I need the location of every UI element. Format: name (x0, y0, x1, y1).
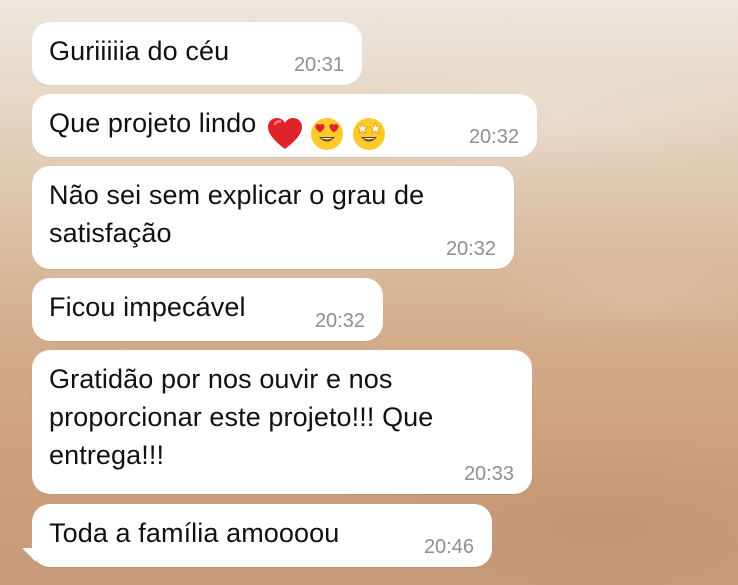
message-timestamp: 20:32 (314, 310, 365, 332)
message-bubble[interactable]: Gratidão por nos ouvir e nos proporciona… (32, 350, 532, 494)
message-bubble[interactable]: Guriiiiia do céu 20:31 (32, 22, 362, 85)
message-text: Que projeto lindo (49, 108, 257, 138)
message-bubble[interactable]: Não sei sem explicar o grau de satisfaçã… (32, 166, 514, 269)
message-text: Toda a família amoooou (49, 518, 340, 548)
star-struck-face-icon (352, 117, 385, 150)
heart-eyes-face-icon (311, 117, 344, 150)
message-bubble[interactable]: Toda a família amoooou 20:46 (32, 504, 492, 567)
message-bubble[interactable]: Que projeto lindo 20:32 (32, 94, 537, 157)
message-text: Ficou impecável (49, 292, 246, 322)
message-timestamp: 20:46 (423, 536, 474, 558)
message-bubble[interactable]: Ficou impecável 20:32 (32, 278, 383, 341)
message-timestamp: 20:31 (293, 54, 344, 76)
red-heart-icon (267, 117, 302, 149)
message-text: Gratidão por nos ouvir e nos proporciona… (49, 364, 434, 470)
message-text: Guriiiiia do céu (49, 36, 230, 66)
message-text: Não sei sem explicar o grau de satisfaçã… (49, 180, 425, 248)
message-timestamp: 20:32 (445, 238, 496, 260)
message-timestamp: 20:33 (463, 463, 514, 485)
message-timestamp: 20:32 (468, 126, 519, 148)
emoji-group (267, 117, 389, 151)
